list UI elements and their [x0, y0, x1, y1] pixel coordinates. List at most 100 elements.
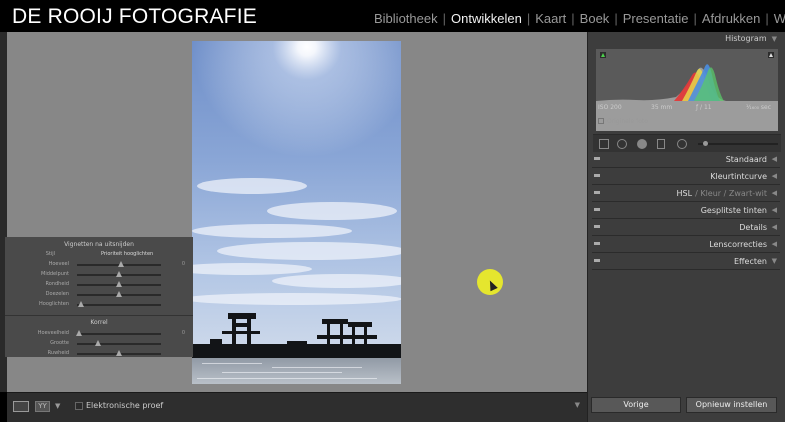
- triangle-left-icon: ◀: [771, 206, 777, 214]
- panel-switch-icon[interactable]: [594, 242, 600, 245]
- section-title: Lenscorrecties: [709, 240, 767, 249]
- slider-track[interactable]: [77, 333, 161, 335]
- soft-proof-checkbox[interactable]: [75, 402, 83, 410]
- section-label: Standaard: [726, 155, 767, 164]
- slider-row-hooglichten[interactable]: Hooglichten: [5, 300, 193, 310]
- red-eye-icon[interactable]: [637, 139, 647, 149]
- harbor-photo: [192, 41, 401, 384]
- original-photo-checkbox[interactable]: [598, 118, 604, 124]
- slider-row-middelpunt[interactable]: Middelpunt: [5, 270, 193, 280]
- divider: [5, 315, 193, 316]
- iso-value: ISO 200: [598, 104, 622, 111]
- panel-section-lenscorrecties[interactable]: Lenscorrecties ◀: [592, 237, 780, 253]
- slider-label: Doezelen: [45, 291, 69, 297]
- section-title: Details: [739, 223, 767, 232]
- section-label: HSL / Kleur / Zwart-wit: [677, 189, 767, 198]
- module-bibliotheek[interactable]: Bibliotheek: [374, 11, 438, 26]
- module-separator: |: [571, 11, 575, 26]
- module-presentatie[interactable]: Presentatie: [623, 11, 689, 26]
- section-subtitle[interactable]: / Kleur / Zwart-wit: [695, 189, 767, 198]
- slider-row-hoeveelheid[interactable]: Hoeveelheid 0: [5, 329, 193, 339]
- radial-filter-icon[interactable]: [677, 139, 687, 149]
- panel-switch-icon[interactable]: [594, 157, 600, 160]
- module-afdrukken[interactable]: Afdrukken: [702, 11, 761, 26]
- panel-switch-icon[interactable]: [594, 259, 600, 262]
- panel-section-effecten[interactable]: Effecten ▼: [592, 254, 780, 270]
- section-label: Kleurtintcurve: [710, 172, 767, 181]
- slider-track[interactable]: [77, 343, 161, 345]
- slider-row-ruwheid[interactable]: Ruwheid: [5, 349, 193, 359]
- vignette-style-row[interactable]: Stijl Prioriteit hooglichten: [5, 250, 193, 260]
- section-label: Lenscorrecties: [709, 240, 767, 249]
- slider-row-rondheid[interactable]: Rondheid: [5, 280, 193, 290]
- toolbar-menu-icon[interactable]: ▼: [575, 401, 580, 409]
- slider-knob[interactable]: [95, 340, 101, 346]
- module-separator: |: [442, 11, 446, 26]
- graduated-filter-icon[interactable]: [657, 139, 665, 149]
- panel-switch-icon[interactable]: [594, 191, 600, 194]
- photo-preview[interactable]: [192, 41, 401, 384]
- brush-slider[interactable]: [698, 143, 778, 145]
- module-web[interactable]: Web: [774, 11, 785, 26]
- panel-section-standaard[interactable]: Standaard ◀: [592, 152, 780, 168]
- histogram-header[interactable]: Histogram ▼: [725, 34, 777, 43]
- slider-knob[interactable]: [116, 350, 122, 356]
- section-title: Standaard: [725, 155, 767, 164]
- grain-title: Korrel: [90, 319, 108, 326]
- module-bar: DE ROOIJ FOTOGRAFIE Bibliotheek | Ontwikke…: [0, 0, 785, 32]
- exif-info: ISO 200 35 mm ƒ / 11 ¹⁄₁₆₀₀ sec: [596, 104, 778, 114]
- triangle-left-icon: ◀: [771, 189, 777, 197]
- module-separator: |: [526, 11, 531, 26]
- slider-value: 0: [181, 330, 185, 336]
- previous-button[interactable]: Vorige: [591, 397, 681, 413]
- slider-knob[interactable]: [117, 261, 124, 267]
- slider-knob[interactable]: [75, 330, 82, 336]
- slider-knob[interactable]: [78, 301, 85, 307]
- triangle-left-icon: ◀: [771, 223, 777, 231]
- shutter-speed: ¹⁄₁₆₀₀ sec: [746, 104, 772, 111]
- panel-switch-icon[interactable]: [594, 208, 600, 211]
- panel-section-details[interactable]: Details ◀: [592, 220, 780, 236]
- loupe-view-button[interactable]: [13, 401, 29, 412]
- module-ontwikkelen[interactable]: Ontwikkelen: [451, 11, 522, 26]
- module-boek[interactable]: Boek: [580, 11, 610, 26]
- before-after-button[interactable]: YY: [35, 401, 50, 412]
- style-value[interactable]: Prioriteit hooglichten: [101, 251, 153, 257]
- original-photo-label: Originele foto: [607, 118, 648, 125]
- slider-row-hoeveel[interactable]: Hoeveel 0: [5, 260, 193, 270]
- slider-label: Ruwheid: [47, 350, 69, 356]
- triangle-left-icon: ◀: [771, 240, 777, 248]
- section-title: Effecten: [733, 257, 767, 266]
- section-title: Kleurtintcurve: [710, 172, 767, 181]
- crop-tool-icon[interactable]: [599, 139, 609, 149]
- triangle-left-icon: ◀: [771, 172, 777, 180]
- soft-proof-label: Elektronische proef: [86, 401, 164, 410]
- slider-row-grootte[interactable]: Grootte: [5, 339, 193, 349]
- aperture-value: ƒ / 11: [696, 104, 712, 111]
- panel-switch-icon[interactable]: [594, 225, 600, 228]
- style-label: Stijl: [45, 251, 55, 257]
- histogram-title: Histogram: [725, 34, 767, 43]
- vignette-title: Vignetten na uitsnijden: [64, 241, 134, 248]
- panel-section-kleurtintcurve[interactable]: Kleurtintcurve ◀: [592, 169, 780, 185]
- triangle-left-icon: ◀: [771, 155, 777, 163]
- slider-knob[interactable]: [116, 281, 122, 287]
- reset-button[interactable]: Opnieuw instellen: [686, 397, 777, 413]
- slider-track[interactable]: [77, 304, 161, 306]
- brush-slider-knob[interactable]: [703, 141, 708, 146]
- panel-section-hsl[interactable]: HSL / Kleur / Zwart-wit ◀: [592, 186, 780, 202]
- spot-removal-icon[interactable]: [617, 139, 627, 149]
- toolbar: YY ▼ Elektronische proef ▼: [7, 392, 587, 422]
- panel-switch-icon[interactable]: [594, 174, 600, 177]
- module-kaart[interactable]: Kaart: [535, 11, 566, 26]
- chevron-down-icon[interactable]: ▼: [55, 402, 60, 410]
- slider-label: Rondheid: [45, 281, 69, 287]
- slider-knob[interactable]: [116, 291, 122, 297]
- slider-knob[interactable]: [116, 271, 122, 277]
- panel-section-gesplitste-tinten[interactable]: Gesplitste tinten ◀: [592, 203, 780, 219]
- slider-row-doezelen[interactable]: Doezelen: [5, 290, 193, 300]
- triangle-down-icon: ▼: [771, 257, 777, 265]
- slider-label: Hoeveel: [48, 261, 69, 267]
- module-separator: |: [765, 11, 769, 26]
- original-photo-toggle[interactable]: Originele foto: [598, 118, 648, 125]
